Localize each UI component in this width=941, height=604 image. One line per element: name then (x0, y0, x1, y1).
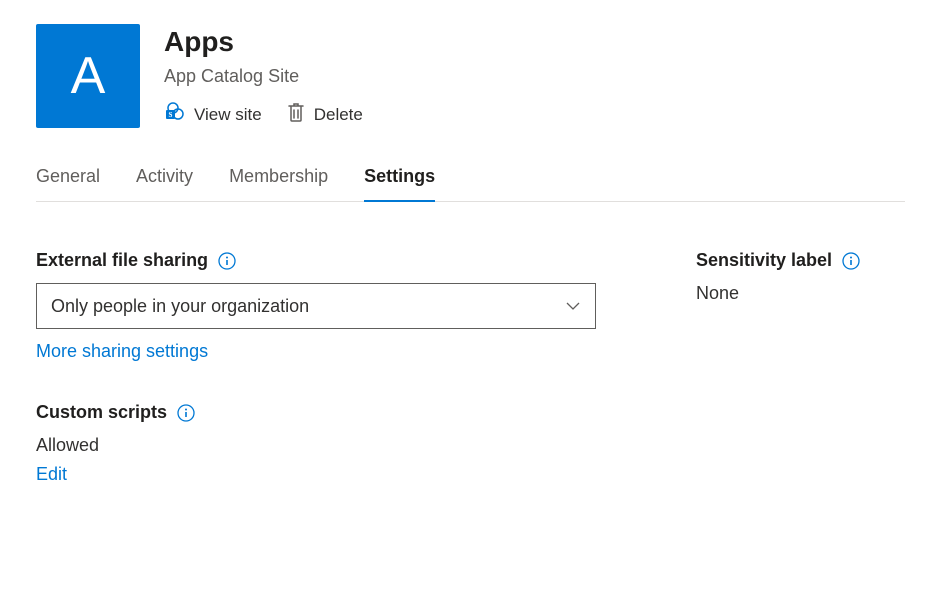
site-header: A Apps App Catalog Site S View site (36, 24, 905, 128)
custom-scripts-value: Allowed (36, 435, 596, 456)
view-site-label: View site (194, 105, 262, 125)
view-site-button[interactable]: S View site (164, 101, 262, 128)
delete-button[interactable]: Delete (286, 101, 363, 128)
chevron-down-icon (565, 298, 581, 314)
external-sharing-label-row: External file sharing (36, 250, 596, 271)
sensitivity-label: Sensitivity label (696, 250, 832, 271)
info-icon[interactable] (842, 252, 860, 270)
tab-membership[interactable]: Membership (229, 156, 328, 201)
more-sharing-settings-link[interactable]: More sharing settings (36, 341, 596, 362)
info-icon[interactable] (218, 252, 236, 270)
external-sharing-value: Only people in your organization (51, 296, 309, 317)
site-actions: S View site Delete (164, 101, 363, 128)
custom-scripts-label: Custom scripts (36, 402, 167, 423)
settings-left-column: External file sharing Only people in you… (36, 250, 596, 485)
info-icon[interactable] (177, 404, 195, 422)
site-title: Apps (164, 26, 363, 58)
tab-activity[interactable]: Activity (136, 156, 193, 201)
site-info: Apps App Catalog Site S View site (164, 24, 363, 128)
sharepoint-icon: S (164, 101, 186, 128)
tab-general[interactable]: General (36, 156, 100, 201)
settings-right-column: Sensitivity label None (696, 250, 905, 485)
site-logo: A (36, 24, 140, 128)
custom-scripts-edit-link[interactable]: Edit (36, 464, 596, 485)
delete-icon (286, 101, 306, 128)
settings-content: External file sharing Only people in you… (36, 202, 905, 485)
external-sharing-select[interactable]: Only people in your organization (36, 283, 596, 329)
custom-scripts-label-row: Custom scripts (36, 402, 596, 423)
site-logo-letter: A (71, 46, 106, 106)
sensitivity-label-row: Sensitivity label (696, 250, 905, 271)
sensitivity-value: None (696, 283, 905, 304)
tab-settings[interactable]: Settings (364, 156, 435, 201)
site-subtitle: App Catalog Site (164, 66, 363, 87)
delete-label: Delete (314, 105, 363, 125)
tabs: General Activity Membership Settings (36, 156, 905, 202)
external-sharing-label: External file sharing (36, 250, 208, 271)
svg-text:S: S (169, 111, 173, 119)
